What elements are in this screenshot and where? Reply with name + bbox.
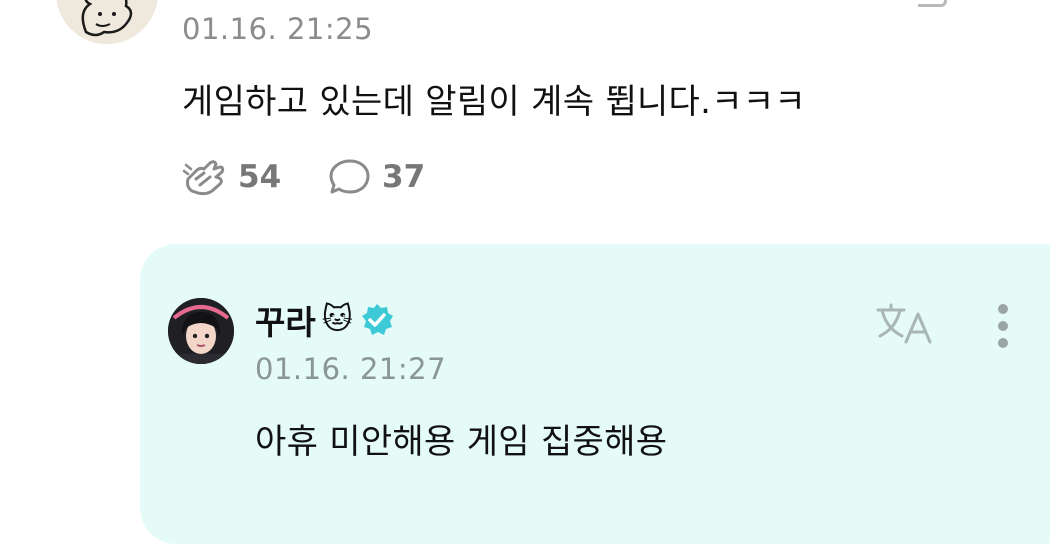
reply-author-name[interactable]: 꾸라 <box>255 296 316 344</box>
speech-bubble-icon <box>329 159 370 194</box>
like-button[interactable]: 54 <box>182 157 281 197</box>
translate-button[interactable] <box>876 302 934 350</box>
reply-timestamp: 01.16. 21:27 <box>255 352 447 386</box>
comment-text: 게임하고 있는데 알림이 계속 뜁니다.ㅋㅋㅋ <box>182 82 806 122</box>
like-count: 54 <box>238 159 282 195</box>
translate-icon[interactable] <box>918 0 947 7</box>
verified-badge-icon <box>362 304 394 335</box>
reply-author-avatar[interactable] <box>168 298 234 364</box>
more-options-icon[interactable] <box>998 304 1008 355</box>
translate-icon <box>876 303 932 344</box>
comment-timestamp: 01.16. 21:25 <box>182 12 374 46</box>
reply-author-row: 꾸라 🐱 <box>255 296 395 344</box>
profile-photo-icon <box>168 298 234 364</box>
cat-emoji-icon: 🐱 <box>321 302 354 337</box>
commenter-avatar[interactable] <box>56 0 158 44</box>
cheer-hand-icon <box>182 160 225 196</box>
reply-text: 아휴 미안해용 게임 집중해용 <box>255 422 668 462</box>
reply-count: 37 <box>382 159 426 195</box>
more-options-icon[interactable] <box>1008 0 1016 2</box>
bunny-doodle-icon <box>56 0 158 44</box>
reply-card <box>140 244 1050 544</box>
reply-button[interactable]: 37 <box>328 157 425 197</box>
